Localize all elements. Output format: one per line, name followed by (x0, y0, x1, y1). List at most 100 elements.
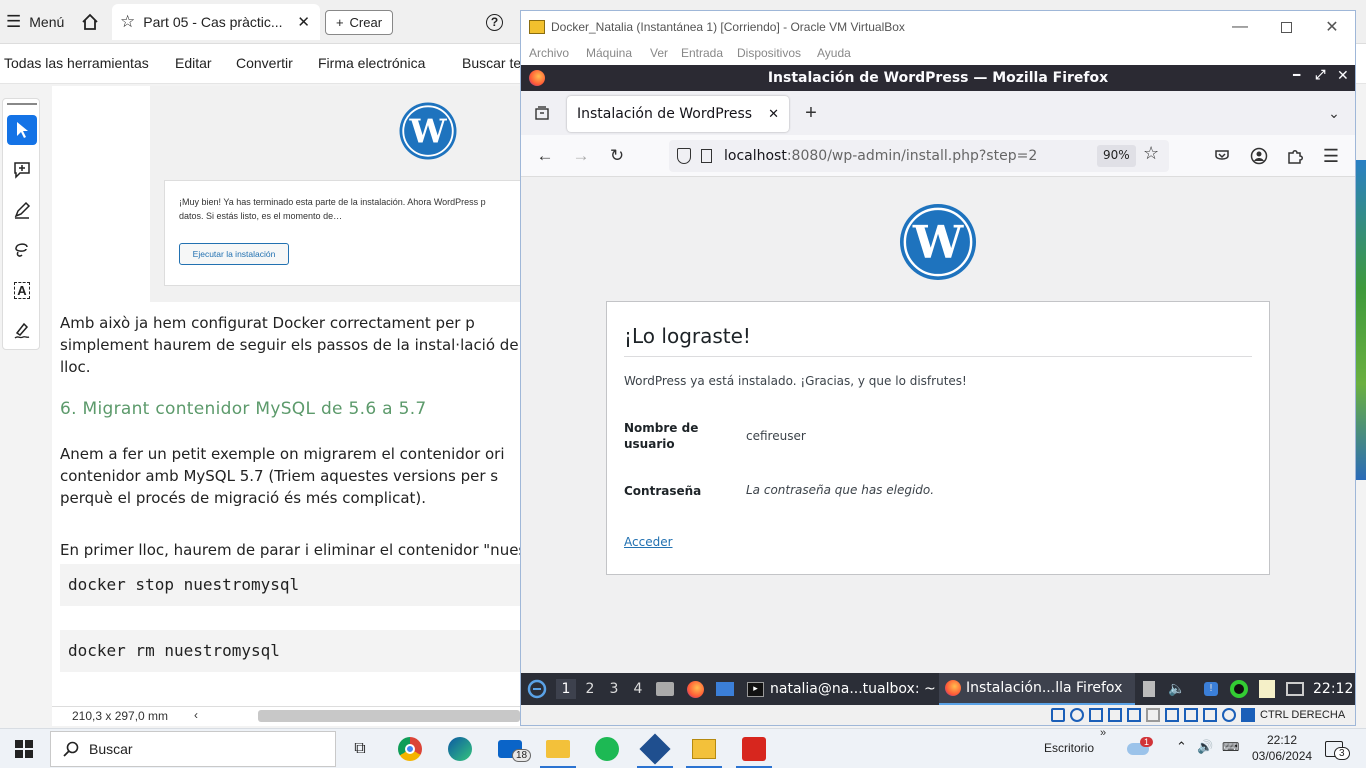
menu-edit[interactable]: Editar (175, 55, 212, 71)
horizontal-scrollbar-thumb[interactable] (258, 710, 520, 722)
notes-icon (1259, 680, 1275, 698)
firefox-task[interactable]: Instalación...lla Firefox (939, 673, 1135, 705)
usb-icon[interactable] (1127, 708, 1141, 722)
vb-menu-view[interactable]: Ver (650, 46, 668, 60)
toolbar-expand-icon[interactable]: » (1100, 727, 1106, 739)
reload-button[interactable]: ↻ (604, 143, 630, 169)
notes-tray[interactable] (1257, 679, 1277, 699)
wordpress-logo-icon[interactable]: W (899, 203, 977, 281)
menu-esign[interactable]: Firma electrónica (318, 55, 425, 71)
scroll-left-icon[interactable]: ‹ (194, 708, 198, 722)
back-button[interactable]: ← (532, 143, 558, 169)
xfce-clock[interactable]: 22:12 (1313, 673, 1353, 705)
highlight-tool[interactable] (7, 195, 37, 225)
audio-icon[interactable] (1089, 708, 1103, 722)
vbox-status-icons (1051, 708, 1255, 722)
wp-login-link[interactable]: Acceder (624, 535, 673, 549)
virtualbox-button[interactable] (639, 733, 671, 765)
workspace-2[interactable]: 2 (580, 679, 600, 699)
hard-disk-icon[interactable] (1051, 708, 1065, 722)
new-tab-button[interactable]: + (798, 100, 824, 126)
ff-minimize-icon[interactable]: ━ (1293, 68, 1300, 82)
list-tabs-button[interactable]: ⌄ (1321, 100, 1347, 126)
notifications-button[interactable]: 3 (1320, 735, 1350, 763)
search-placeholder: Buscar (89, 741, 133, 757)
create-button[interactable]: + Crear (325, 10, 393, 35)
workspace-1[interactable]: 1 (556, 679, 576, 699)
mouse-integration-icon[interactable] (1222, 708, 1236, 722)
text-tool[interactable]: A (7, 275, 37, 305)
tab-overview-button[interactable] (529, 100, 555, 126)
vb-menu-machine[interactable]: Máquina (586, 46, 632, 60)
explorer-button[interactable] (544, 735, 572, 763)
tray-language-icon[interactable]: ⌨ (1222, 740, 1239, 754)
vb-menu-file[interactable]: Archivo (529, 46, 569, 60)
help-button[interactable]: ? (486, 0, 503, 44)
firefox-active-tab[interactable]: Instalación de WordPress ✕ (567, 96, 789, 132)
bookmark-star-icon[interactable]: ☆ (1143, 143, 1159, 164)
whisker-menu-button[interactable] (527, 679, 547, 699)
file-manager-launcher[interactable] (655, 679, 675, 699)
firefox-launcher[interactable] (685, 679, 705, 699)
video-capture-icon[interactable] (1184, 708, 1198, 722)
start-button[interactable] (10, 735, 38, 763)
menu-convert[interactable]: Convertir (236, 55, 293, 71)
close-tab-icon[interactable]: ✕ (297, 13, 310, 31)
vm-display[interactable]: Instalación de WordPress — Mozilla Firef… (521, 65, 1355, 705)
draw-tool[interactable] (7, 235, 37, 265)
home-button[interactable] (80, 0, 100, 44)
display-tray[interactable] (1285, 679, 1305, 699)
desktop-toolbar-label[interactable]: Escritorio (1044, 741, 1094, 755)
acrobat-document-tab[interactable]: ☆ Part 05 - Cas pràctic... ✕ (112, 4, 320, 40)
sign-tool[interactable] (7, 315, 37, 345)
display-icon[interactable] (1165, 708, 1179, 722)
network-adapter-icon[interactable] (1108, 708, 1122, 722)
maximize-button[interactable] (1263, 11, 1309, 43)
vb-menu-help[interactable]: Ayuda (817, 46, 851, 60)
pocket-button[interactable] (1209, 143, 1235, 169)
comment-tool[interactable] (7, 155, 37, 185)
zoom-indicator[interactable]: 90% (1097, 145, 1136, 167)
ff-tab-close-icon[interactable]: ✕ (768, 107, 779, 122)
minimize-button[interactable]: — (1217, 11, 1263, 43)
chrome-button[interactable] (396, 735, 424, 763)
acrobat-menu-button[interactable]: ☰ Menú (6, 0, 64, 44)
network-tray[interactable] (1229, 679, 1249, 699)
task-view-button[interactable]: ⧉ (346, 735, 374, 763)
workspace-4[interactable]: 4 (628, 679, 648, 699)
extensions-button[interactable] (1282, 143, 1308, 169)
ff-close-icon[interactable]: ✕ (1337, 68, 1349, 84)
forward-button[interactable]: → (568, 143, 594, 169)
desktop-launcher[interactable] (715, 679, 735, 699)
account-button[interactable] (1246, 143, 1272, 169)
keyboard-arrow-icon[interactable] (1241, 708, 1255, 722)
close-button[interactable]: ✕ (1309, 11, 1355, 43)
taskbar-search[interactable]: Buscar (50, 731, 336, 767)
optical-drive-icon[interactable] (1070, 708, 1084, 722)
volume-tray[interactable]: 🔈 (1167, 679, 1187, 699)
vb-menu-devices[interactable]: Dispositivos (737, 46, 801, 60)
url-bar[interactable]: localhost :8080/wp-admin/install.php?ste… (669, 140, 1169, 172)
menu-all-tools[interactable]: Todas las herramientas (4, 55, 149, 71)
pdf-screenshot-text-line2: datos. Si estás listo, es el momento de… (179, 211, 343, 221)
select-tool[interactable] (7, 115, 37, 145)
acrobat-button[interactable] (740, 735, 768, 763)
app-menu-button[interactable]: ☰ (1318, 143, 1344, 169)
explorer-files-button[interactable] (690, 735, 718, 763)
workspace-3[interactable]: 3 (604, 679, 624, 699)
weather-widget[interactable]: 1 (1124, 735, 1154, 763)
spotify-button[interactable] (593, 735, 621, 763)
updates-tray[interactable]: ! (1201, 679, 1221, 699)
processor-icon[interactable] (1203, 708, 1217, 722)
menu-search[interactable]: Buscar te (462, 55, 521, 71)
terminal-task[interactable]: ▸ natalia@na...tualbox: ~ (747, 673, 936, 705)
edge-button[interactable] (446, 735, 474, 763)
mail-button[interactable]: 18 (496, 735, 532, 763)
tray-volume-icon[interactable]: 🔊 (1197, 739, 1213, 755)
vb-menu-input[interactable]: Entrada (681, 46, 723, 60)
clipboard-tray[interactable] (1139, 679, 1159, 699)
shared-folder-icon[interactable] (1146, 708, 1160, 722)
tray-chevron-icon[interactable]: ⌃ (1176, 739, 1187, 755)
taskbar-clock[interactable]: 22:12 03/06/2024 (1252, 732, 1312, 764)
ff-restore-icon[interactable]: ⤢ (1315, 68, 1325, 83)
